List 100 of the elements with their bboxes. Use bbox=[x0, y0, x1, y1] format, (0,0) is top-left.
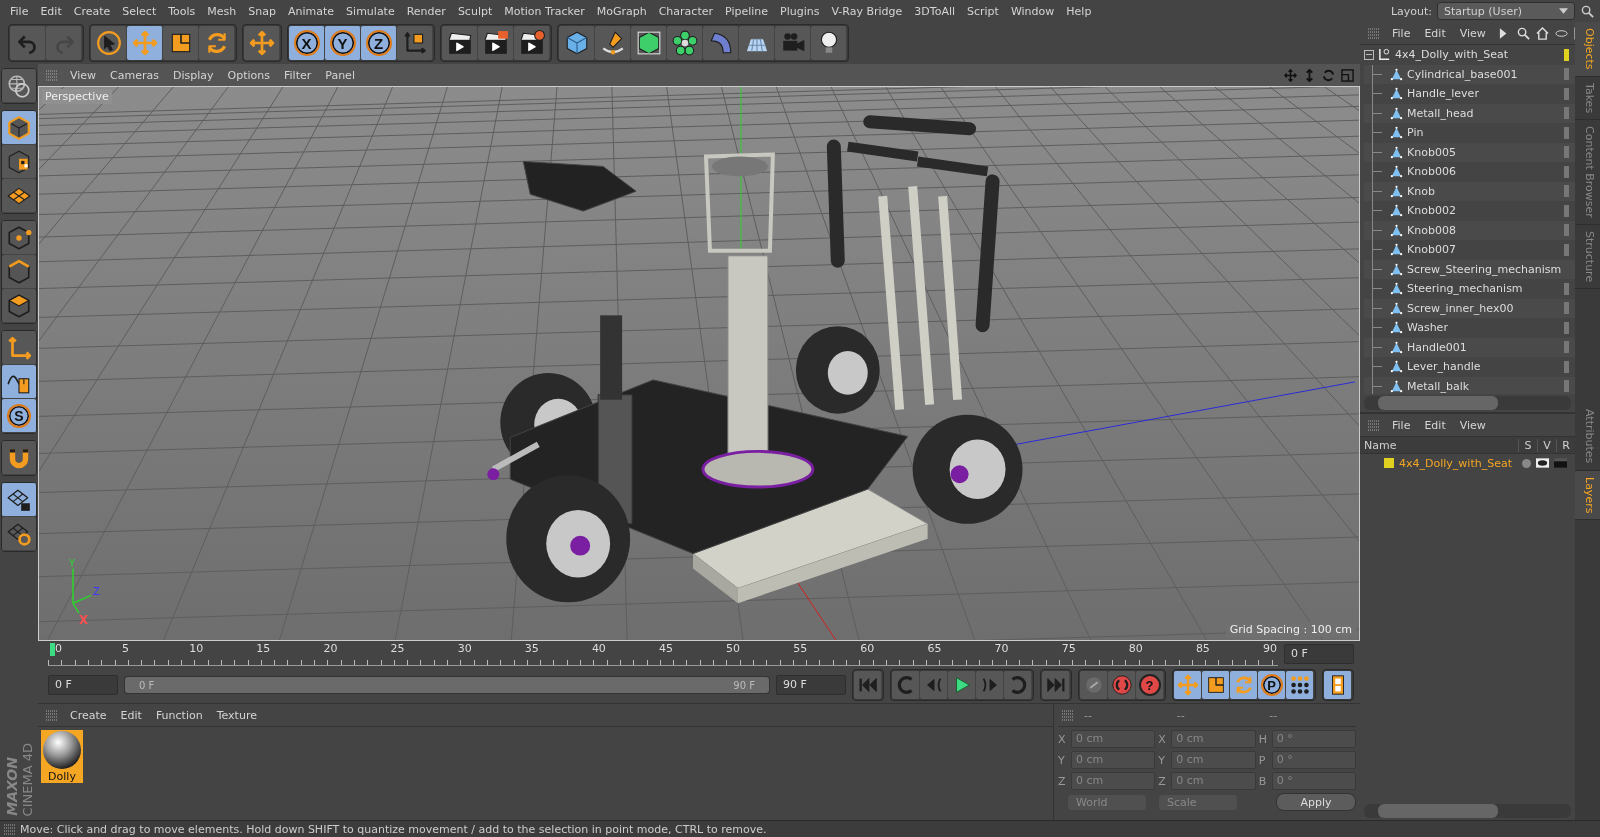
layout-view-icon[interactable] bbox=[1341, 68, 1354, 82]
playback-button[interactable] bbox=[1324, 671, 1352, 699]
grip-icon[interactable] bbox=[46, 69, 58, 81]
menu-item[interactable]: Select bbox=[116, 4, 163, 18]
solo-dot[interactable] bbox=[1522, 458, 1531, 468]
tool-button[interactable] bbox=[91, 26, 127, 60]
menu-item[interactable]: Motion Tracker bbox=[498, 4, 591, 18]
menu-item[interactable]: Tools bbox=[162, 4, 202, 18]
tool-button[interactable] bbox=[397, 26, 433, 60]
grip-icon[interactable] bbox=[1368, 27, 1380, 39]
mode-button[interactable] bbox=[2, 179, 36, 213]
mode-button[interactable] bbox=[2, 441, 36, 475]
menu-item[interactable]: Script bbox=[961, 4, 1005, 18]
menu-item[interactable]: Help bbox=[1060, 4, 1098, 18]
menu-item[interactable]: Mesh bbox=[201, 4, 243, 18]
object-name[interactable]: Handle_lever bbox=[1407, 87, 1479, 101]
axis-toggle-button[interactable]: Z bbox=[361, 26, 397, 60]
menu-item[interactable]: Create bbox=[67, 4, 117, 18]
layout-dropdown[interactable]: Startup (User) bbox=[1437, 2, 1575, 20]
tool-button[interactable] bbox=[739, 26, 775, 60]
menu-item[interactable]: View bbox=[1453, 26, 1492, 40]
timeline-ruler[interactable]: 0 5 10 15 20 25 30 35 40 45 50 55 60 65 70 75 80 85 90 bbox=[48, 642, 1278, 666]
object-name[interactable]: 4x4_Dolly_with_Seat bbox=[1395, 48, 1508, 62]
menu-item[interactable]: Filter bbox=[278, 68, 318, 82]
tool-button[interactable] bbox=[478, 26, 514, 60]
object-name[interactable]: Knob008 bbox=[1407, 223, 1456, 237]
mode-button[interactable] bbox=[2, 145, 36, 179]
snap-button[interactable]: S bbox=[2, 399, 36, 433]
menu-item[interactable]: Edit bbox=[34, 4, 68, 18]
grip-icon[interactable] bbox=[46, 709, 58, 721]
layer-color-swatch[interactable] bbox=[1384, 458, 1394, 468]
object-name[interactable]: Knob002 bbox=[1407, 204, 1456, 218]
playback-button[interactable] bbox=[1286, 671, 1314, 699]
grip-icon[interactable] bbox=[1368, 419, 1380, 431]
menu-item[interactable]: Panel bbox=[319, 68, 361, 82]
menu-item[interactable]: Simulate bbox=[340, 4, 401, 18]
tool-button[interactable] bbox=[595, 26, 631, 60]
side-tab[interactable]: Objects bbox=[1575, 22, 1600, 77]
axis-toggle-button[interactable]: X bbox=[289, 26, 325, 60]
object-name[interactable]: Steering_mechanism bbox=[1407, 282, 1523, 296]
horizontal-scrollbar[interactable] bbox=[1364, 804, 1571, 818]
tool-button[interactable] bbox=[442, 26, 478, 60]
side-tab[interactable]: Layers bbox=[1575, 470, 1600, 520]
tool-button[interactable] bbox=[514, 26, 550, 60]
menu-item[interactable]: File bbox=[4, 4, 35, 18]
mode-button[interactable] bbox=[2, 289, 36, 323]
mode-button[interactable] bbox=[2, 517, 36, 551]
menu-item[interactable]: Function bbox=[149, 708, 209, 722]
horizontal-scrollbar[interactable] bbox=[1364, 396, 1571, 410]
menu-item[interactable]: Options bbox=[221, 68, 276, 82]
menu-item[interactable]: View bbox=[64, 68, 103, 82]
menu-item[interactable]: Snap bbox=[242, 4, 282, 18]
mode-button[interactable] bbox=[2, 111, 36, 145]
menu-item[interactable]: V-Ray Bridge bbox=[825, 4, 909, 18]
end-frame-field[interactable]: 90 F bbox=[776, 675, 846, 695]
object-name[interactable]: Knob007 bbox=[1407, 243, 1456, 257]
axis-toggle-button[interactable]: Y bbox=[325, 26, 361, 60]
menu-item[interactable]: Edit bbox=[1418, 26, 1452, 40]
object-name[interactable]: Handle001 bbox=[1407, 340, 1467, 354]
start-frame-field[interactable]: 0 F bbox=[48, 675, 118, 695]
mode-button[interactable] bbox=[2, 365, 36, 399]
tool-button[interactable] bbox=[631, 26, 667, 60]
layer-name[interactable]: 4x4_Dolly_with_Seat bbox=[1399, 456, 1512, 470]
object-name[interactable]: Knob005 bbox=[1407, 145, 1456, 159]
object-name[interactable]: Knob006 bbox=[1407, 165, 1456, 179]
zoom-view-icon[interactable] bbox=[1303, 68, 1316, 82]
object-name[interactable]: Washer bbox=[1407, 321, 1448, 335]
grip-icon[interactable] bbox=[1062, 709, 1074, 721]
eye-icon[interactable] bbox=[1536, 458, 1549, 468]
mode-button[interactable] bbox=[2, 483, 36, 517]
mode-button[interactable] bbox=[2, 221, 36, 255]
home-icon[interactable] bbox=[1535, 26, 1549, 40]
search-icon[interactable] bbox=[1516, 26, 1530, 40]
menu-item[interactable]: Pipeline bbox=[719, 4, 775, 18]
menu-item[interactable]: Edit bbox=[1418, 418, 1452, 432]
object-name[interactable]: Knob bbox=[1407, 184, 1435, 198]
menu-item[interactable]: Window bbox=[1004, 4, 1061, 18]
apply-button[interactable]: Apply bbox=[1276, 793, 1356, 811]
menu-item[interactable]: Texture bbox=[210, 708, 263, 722]
menu-item[interactable]: File bbox=[1386, 26, 1417, 40]
collapse-toggle[interactable] bbox=[1364, 49, 1374, 60]
tool-button[interactable] bbox=[811, 26, 847, 60]
search-icon[interactable] bbox=[1581, 4, 1594, 18]
menu-item[interactable]: Render bbox=[400, 4, 452, 18]
menu-item[interactable]: Display bbox=[167, 68, 220, 82]
menu-item[interactable]: Plugins bbox=[774, 4, 826, 18]
menu-item[interactable]: Sculpt bbox=[451, 4, 499, 18]
object-name[interactable]: Lever_handle bbox=[1407, 360, 1481, 374]
playback-button[interactable]: P bbox=[1258, 671, 1286, 699]
menu-item[interactable]: Character bbox=[652, 4, 719, 18]
playback-button[interactable]: ? bbox=[1136, 671, 1164, 699]
menu-item[interactable]: Animate bbox=[282, 4, 341, 18]
camera-dolly-drawing[interactable] bbox=[487, 115, 1023, 604]
tool-button[interactable] bbox=[163, 26, 199, 60]
tool-button[interactable] bbox=[667, 26, 703, 60]
menu-item[interactable]: 3DToAll bbox=[908, 4, 961, 18]
menu-item[interactable]: Edit bbox=[114, 708, 148, 722]
menu-item[interactable]: MoGraph bbox=[590, 4, 653, 18]
menu-item[interactable]: Create bbox=[64, 708, 113, 722]
current-frame-field[interactable]: 0 F bbox=[1284, 644, 1354, 664]
